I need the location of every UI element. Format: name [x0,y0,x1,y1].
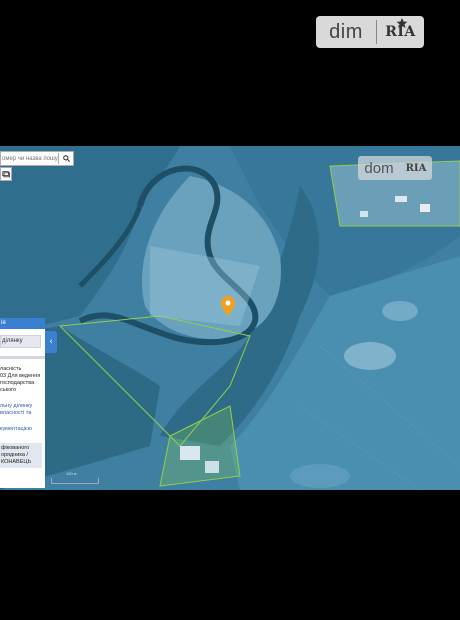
search-icon [62,155,70,162]
map-dimria-watermark: dom RIA [358,156,432,180]
registrar-info: фікованого орядника / КОНАВЕЦЬ [0,443,42,468]
map-search-box [0,151,74,166]
star-icon [396,18,408,28]
parcel-tab[interactable]: ділянку [0,335,41,348]
satellite-map[interactable]: dom RIA ія ділянку ласність 03 Для веден… [0,146,460,490]
brand-dim-text: dim [329,20,363,43]
collapse-panel-button[interactable]: ‹ [45,331,57,353]
location-pin-icon[interactable] [221,296,235,316]
panel-header: ія [0,318,45,329]
search-button[interactable] [58,153,73,164]
search-input[interactable] [1,153,58,164]
dimria-watermark: dim RIA [316,16,424,48]
parcel-info-panel: ія ділянку ласність 03 Для ведення госпо… [0,318,45,488]
panel-divider [0,356,45,359]
chevron-left-icon: ‹ [49,337,53,347]
ria-logo: RIA [377,16,424,48]
scale-label: 100 м [66,471,77,476]
documentation-link[interactable]: кументацією [0,426,45,433]
map-brand-ria-text: RIA [405,162,427,174]
map-brand-dim-text: dom [364,159,394,177]
map-scale-bar: 100 м [51,471,99,484]
layers-icon [2,171,10,178]
parcel-details: ласність 03 Для ведення господарства ськ… [0,366,41,393]
parcel-ownership-link[interactable]: льну ділянку власності та [0,403,45,417]
layers-button[interactable] [0,167,12,181]
map-terrain [0,146,460,490]
